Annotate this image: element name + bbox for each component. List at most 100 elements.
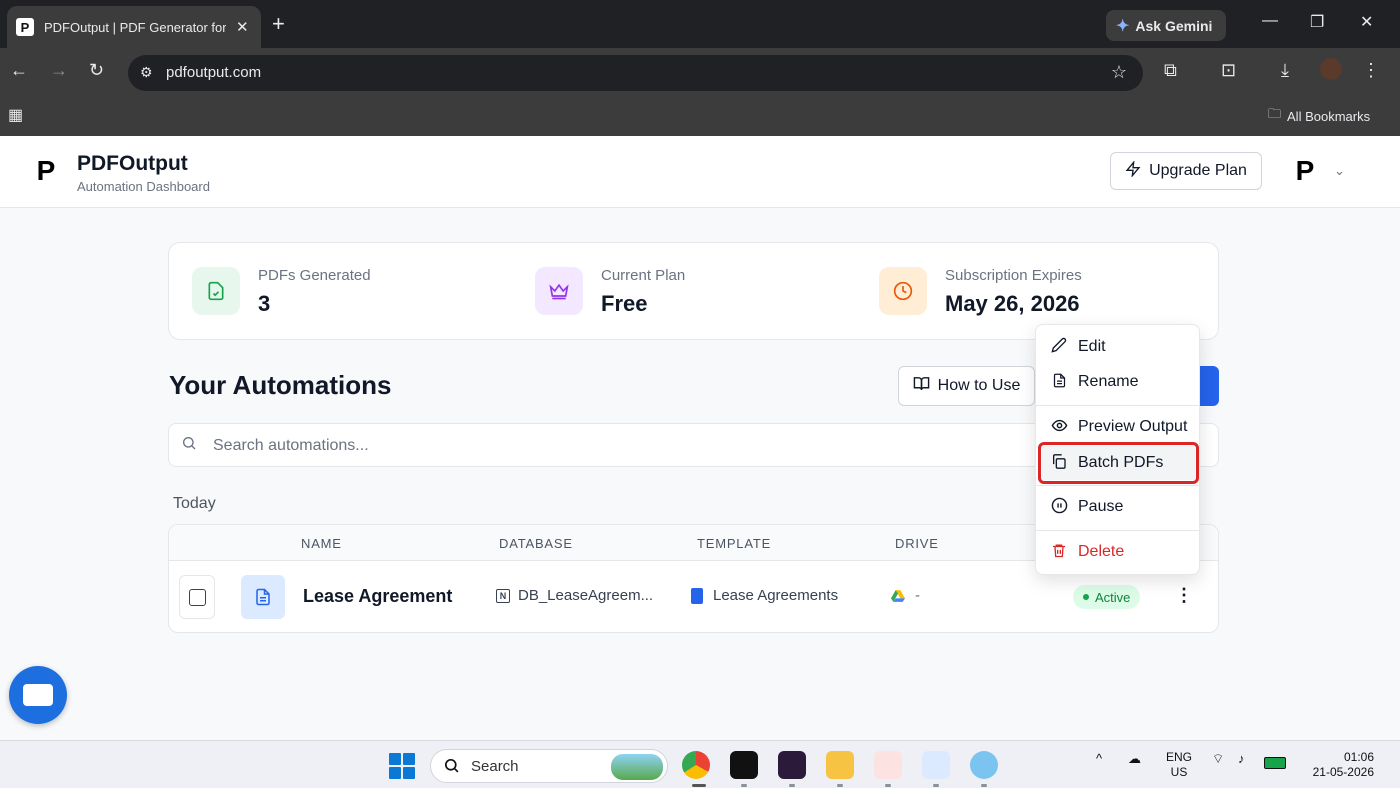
menu-separator (1036, 405, 1199, 406)
database-cell: N DB_LeaseAgreem... (496, 587, 653, 604)
search-icon (443, 757, 460, 779)
menu-item-pause[interactable]: Pause (1042, 490, 1195, 524)
template-name: Lease Agreements (713, 587, 839, 604)
template-cell: Lease Agreements (691, 587, 838, 604)
paint-app-icon[interactable] (970, 751, 998, 779)
tab-search-icon[interactable]: ⊡ (1221, 60, 1236, 81)
chat-bubble-icon (23, 684, 53, 706)
app-header: P PDFOutput Automation Dashboard Upgrade… (0, 136, 1400, 208)
chat-support-button[interactable] (9, 666, 67, 724)
stat-pdfs-generated: PDFs Generated 3 (192, 267, 492, 317)
clock-date: 21-05-2026 (1312, 765, 1374, 779)
eye-icon (1050, 417, 1068, 438)
file-check-icon (192, 267, 240, 315)
language-indicator[interactable]: ENG US (1166, 750, 1192, 780)
language-line-2: US (1170, 765, 1188, 779)
snipping-tool-icon[interactable] (874, 751, 902, 779)
column-header-database: DATABASE (499, 536, 573, 551)
taskbar-search-label: Search (471, 758, 519, 775)
active-app-indicator (692, 784, 706, 787)
all-bookmarks-button[interactable]: 🗀 All Bookmarks (1268, 105, 1370, 127)
menu-item-delete[interactable]: Delete (1042, 535, 1195, 569)
menu-item-label: Delete (1078, 543, 1125, 560)
onedrive-photos-icon[interactable] (922, 751, 950, 779)
trash-icon (1050, 542, 1068, 563)
stat-value: May 26, 2026 (945, 291, 1080, 316)
stat-value: Free (601, 291, 648, 316)
minimize-icon[interactable]: — (1262, 12, 1278, 30)
stat-value: 3 (258, 291, 271, 316)
crown-icon (535, 267, 583, 315)
network-cloud-icon[interactable]: ☁ (1128, 751, 1141, 767)
app-icon-a[interactable] (730, 751, 758, 779)
menu-item-rename[interactable]: Rename (1042, 365, 1195, 399)
how-to-use-button[interactable]: How to Use (898, 366, 1035, 406)
profile-avatar-icon[interactable] (1320, 58, 1342, 80)
app-indicator (981, 784, 987, 787)
download-icon[interactable]: ⤓ (1281, 60, 1289, 81)
forward-icon[interactable]: → (50, 60, 68, 81)
menu-separator (1036, 485, 1199, 486)
clock-time: 01:06 (1343, 750, 1374, 764)
status-badge: Active (1073, 585, 1141, 609)
notion-icon: N (496, 588, 510, 603)
windows-start-icon[interactable] (389, 753, 415, 779)
upgrade-plan-button[interactable]: Upgrade Plan (1110, 152, 1262, 190)
user-avatar[interactable]: P (1288, 154, 1322, 188)
menu-item-label: Preview Output (1078, 418, 1188, 435)
browser-tab[interactable]: P PDFOutput | PDF Generator for ✕ (7, 6, 261, 48)
bookmark-star-icon[interactable]: ☆ (1111, 62, 1127, 83)
brand-name: PDFOutput (77, 152, 188, 175)
extensions-icon[interactable]: ⧉ (1164, 60, 1177, 81)
search-highlight-image (611, 754, 663, 780)
document-icon (241, 575, 285, 619)
reload-icon[interactable]: ↻ (89, 60, 104, 81)
lightning-icon (1125, 159, 1141, 182)
file-explorer-icon[interactable] (826, 751, 854, 779)
apps-grid-icon[interactable]: ▦ (8, 105, 23, 125)
menu-item-edit[interactable]: Edit (1042, 330, 1195, 364)
app-indicator (741, 784, 747, 787)
chevron-up-icon[interactable]: ^ (1096, 751, 1102, 766)
battery-icon[interactable] (1264, 757, 1286, 769)
taskbar-search[interactable]: Search (430, 749, 668, 783)
stat-label: Current Plan (601, 267, 686, 284)
tab-title: PDFOutput | PDF Generator for (44, 19, 226, 35)
menu-item-label: Batch PDFs (1078, 454, 1164, 471)
volume-icon[interactable]: ♪ (1238, 751, 1245, 766)
ask-gemini-button[interactable]: ✦ Ask Gemini (1106, 10, 1226, 41)
taskbar-clock[interactable]: 01:06 21-05-2026 (1304, 750, 1374, 780)
wifi-icon[interactable]: ⌔ (1212, 751, 1224, 767)
app-indicator (933, 784, 939, 787)
ask-gemini-label: Ask Gemini (1135, 17, 1213, 34)
section-title: Your Automations (169, 370, 392, 400)
row-actions-kebab-icon[interactable]: ⋮ (1175, 585, 1193, 606)
site-info-icon[interactable]: ⚙ (140, 64, 153, 81)
status-dot-icon (1083, 594, 1089, 600)
folder-icon: 🗀 (1268, 106, 1282, 121)
database-name: DB_LeaseAgreem... (518, 587, 654, 604)
browser-tab-bar: P PDFOutput | PDF Generator for ✕ + ✦ As… (0, 0, 1400, 48)
tab-close-icon[interactable]: ✕ (236, 18, 249, 36)
address-bar[interactable]: ⚙ pdfoutput.com ☆ (128, 55, 1143, 91)
url-text[interactable]: pdfoutput.com (166, 64, 261, 81)
restore-icon[interactable]: ❐ (1310, 12, 1324, 32)
row-checkbox[interactable] (179, 575, 215, 619)
chrome-app-icon[interactable] (682, 751, 710, 779)
app-indicator (789, 784, 795, 787)
window-close-icon[interactable]: ✕ (1360, 12, 1373, 32)
chevron-down-icon[interactable]: ⌄ (1334, 163, 1345, 179)
automation-name[interactable]: Lease Agreement (303, 586, 452, 607)
photos-app-icon[interactable] (778, 751, 806, 779)
new-tab-button[interactable]: + (272, 12, 285, 36)
google-docs-icon (691, 587, 703, 604)
app-logo[interactable]: P (28, 153, 64, 189)
menu-item-batch-pdfs[interactable]: Batch PDFs (1038, 442, 1199, 484)
gemini-sparkle-icon: ✦ (1116, 17, 1130, 35)
back-icon[interactable]: ← (10, 60, 28, 81)
column-header-template: TEMPLATE (697, 536, 772, 551)
upgrade-plan-label: Upgrade Plan (1149, 162, 1247, 179)
menu-item-preview-output[interactable]: Preview Output (1042, 410, 1195, 444)
browser-menu-icon[interactable]: ⋮ (1362, 60, 1380, 81)
copy-icon (1050, 453, 1068, 474)
